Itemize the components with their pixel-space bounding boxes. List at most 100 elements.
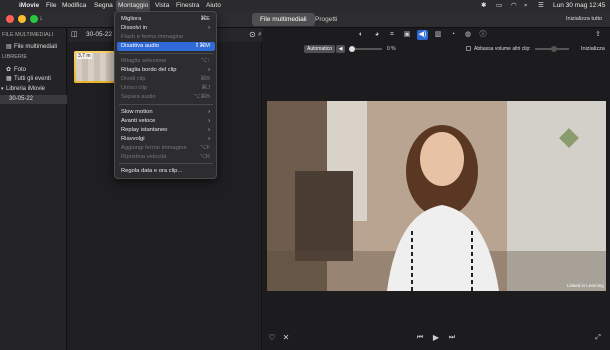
- fullscreen-icon[interactable]: ⤢: [593, 333, 603, 343]
- menu-item-ripristina-velocità: Ripristina velocità ⌥R: [117, 153, 215, 162]
- window-close-button[interactable]: [6, 15, 14, 23]
- previous-icon[interactable]: ⏮: [415, 333, 425, 343]
- menu-item-label: Slow motion: [121, 109, 153, 115]
- window-minimize-button[interactable]: [18, 15, 26, 23]
- favorite-heart-icon[interactable]: ♡: [267, 333, 277, 343]
- sidebar-item-media[interactable]: ▤ File multimediali: [0, 43, 67, 52]
- menu-item-label: Riavvolgi: [121, 136, 145, 142]
- menu-item-replay-istantaneo[interactable]: Replay istantaneo ›: [117, 126, 215, 135]
- menu-file[interactable]: File: [46, 0, 56, 11]
- submenu-chevron-icon: ›: [208, 127, 210, 133]
- menu-item-dissolvi-in[interactable]: Dissolvi in ›: [117, 24, 215, 33]
- menu-item-unisci-clip: Unisci clip ⌘J: [117, 84, 215, 93]
- film-icon: ▤: [6, 44, 12, 50]
- search-spotlight-icon[interactable]: ⌕: [524, 0, 528, 11]
- menu-item-shortcut: ⇧⌘M: [194, 43, 210, 49]
- menu-item-aggiungi-fermo-immagine: Aggiungi fermo immagine ⌥F: [117, 144, 215, 153]
- viewer-panel: ⌕ ◐ ◕ ⌗ ▣ ◀) ▥ ◔ ◍ ⓘ ⇪ Automatico ◀ 0 % …: [258, 28, 610, 350]
- menu-item-label: Ritaglia bordo del clip: [121, 67, 177, 73]
- disclosure-triangle-icon[interactable]: ▾: [1, 85, 4, 94]
- stabilization-icon[interactable]: ▣: [402, 30, 412, 40]
- import-arrow-icon[interactable]: ↓: [36, 14, 46, 24]
- volume-icon[interactable]: ◀): [417, 30, 428, 40]
- menu-item-avanti-veloce[interactable]: Avanti veloce ›: [117, 117, 215, 126]
- reset-all-button[interactable]: Inizializza tutto: [566, 14, 602, 24]
- mute-speaker-icon[interactable]: ◀: [336, 45, 345, 53]
- sidebar-item-library[interactable]: ▾ Libreria iMovie: [0, 85, 67, 94]
- lower-others-checkbox[interactable]: [466, 46, 471, 51]
- reject-icon[interactable]: ✕: [281, 333, 291, 343]
- color-correction-icon[interactable]: ◕: [372, 30, 382, 40]
- control-center-icon[interactable]: ☰: [538, 0, 544, 11]
- libraries-sidebar: FILE MULTIMEDIALI ▤ File multimediali LI…: [0, 28, 67, 350]
- menubar-clock[interactable]: Lun 30 mag 12:45: [553, 0, 605, 11]
- menu-item-label: Regola data e ora clip...: [121, 168, 183, 174]
- submenu-chevron-icon: ›: [208, 136, 210, 142]
- menu-item-regola-data-e-ora-clip[interactable]: Regola data e ora clip...: [117, 167, 215, 176]
- linkedin-watermark: Linked in Learning: [567, 283, 604, 288]
- playback-controls: ♡ ✕ ⏮ ▶ ⏭ ⤢: [263, 328, 610, 350]
- display-icon[interactable]: ▭: [496, 0, 502, 11]
- volume-adjust-bar: Automatico ◀ 0 % Abbassa volume altri cl…: [263, 42, 610, 54]
- photos-icon: ✿: [6, 67, 12, 73]
- sidebar-item-photos[interactable]: ✿ Foto: [0, 66, 67, 75]
- menu-item-disattiva-audio[interactable]: Disattiva audio ⇧⌘M: [117, 42, 215, 51]
- menu-item-label: Dissolvi in: [121, 25, 148, 31]
- wifi-icon[interactable]: ◠: [511, 0, 517, 11]
- montaggio-menu: Migliora ⌘E Dissolvi in › Flash e fermo imma…: [114, 11, 217, 179]
- menu-item-riavvolgi[interactable]: Riavvolgi ›: [117, 135, 215, 144]
- menu-segna[interactable]: Segna: [94, 0, 113, 11]
- filter-icon[interactable]: ◍: [463, 30, 473, 40]
- zoom-search-icon[interactable]: ⌕: [255, 30, 265, 40]
- menu-separator: [119, 104, 213, 105]
- speed-icon[interactable]: ◔: [448, 30, 458, 40]
- menu-item-ritaglia-selezione: Ritaglia selezione ⌥↑: [117, 57, 215, 66]
- submenu-chevron-icon: ›: [208, 118, 210, 124]
- sidebar-item-label: 30-05-22: [9, 96, 34, 102]
- lower-others-slider-knob[interactable]: [551, 46, 557, 52]
- menu-item-label: Dividi clip: [121, 76, 146, 82]
- menu-item-label: Replay istantaneo: [121, 127, 168, 133]
- video-preview[interactable]: Linked in Learning: [267, 101, 606, 291]
- tab-media[interactable]: File multimediali: [252, 13, 315, 26]
- volume-slider-knob[interactable]: [349, 46, 355, 52]
- play-icon[interactable]: ▶: [431, 333, 441, 343]
- menu-item-dividi-clip: Dividi clip ⌘B: [117, 75, 215, 84]
- menu-item-label: Unisci clip: [121, 85, 148, 91]
- noise-reduction-icon[interactable]: ▥: [433, 30, 443, 40]
- menu-separator: [119, 163, 213, 164]
- event-title: 30-05-22: [86, 31, 113, 38]
- menu-item-label: Migliora: [121, 16, 142, 22]
- reset-volume-button[interactable]: Inizializza: [581, 45, 605, 53]
- menu-modifica[interactable]: Modifica: [62, 0, 86, 11]
- sidebar-toggle-icon[interactable]: ◫: [71, 28, 78, 42]
- tab-projects[interactable]: Progetti: [307, 13, 345, 26]
- sidebar-item-all-events[interactable]: ▦ Tutti gli eventi: [0, 75, 67, 84]
- next-icon[interactable]: ⏭: [447, 333, 457, 343]
- menu-app-imovie[interactable]: iMovie: [19, 0, 39, 11]
- menu-bar: iMovie File Modifica Segna Montaggio Vis…: [0, 0, 610, 11]
- lower-others-label: Abbassa volume altri clip:: [474, 46, 531, 52]
- menu-item-shortcut: ⌥F: [199, 145, 210, 151]
- adjustment-toolbar: ⌕ ◐ ◕ ⌗ ▣ ◀) ▥ ◔ ◍ ⓘ ⇪: [258, 28, 610, 42]
- info-icon[interactable]: ⓘ: [478, 30, 488, 40]
- menu-item-label: Ritaglia selezione: [121, 58, 167, 64]
- auto-volume-button[interactable]: Automatico: [304, 45, 336, 53]
- menu-finestra[interactable]: Finestra: [176, 0, 199, 11]
- bluetooth-icon[interactable]: ✱: [481, 0, 486, 11]
- crop-icon[interactable]: ⌗: [387, 30, 397, 40]
- sidebar-item-label: Foto: [14, 67, 27, 73]
- menu-montaggio[interactable]: Montaggio: [116, 0, 151, 11]
- menu-item-slow-motion[interactable]: Slow motion ›: [117, 108, 215, 117]
- menu-aiuto[interactable]: Aiuto: [206, 0, 221, 11]
- menu-item-migliora[interactable]: Migliora ⌘E: [117, 15, 215, 24]
- submenu-chevron-icon: ›: [208, 109, 210, 115]
- sidebar-item-label: Libreria iMovie: [6, 86, 46, 92]
- sidebar-item-event[interactable]: 30-05-22: [0, 95, 67, 104]
- menu-item-shortcut: ⌥↑: [200, 58, 210, 64]
- color-balance-icon[interactable]: ◐: [356, 30, 366, 40]
- menu-vista[interactable]: Vista: [155, 0, 169, 11]
- share-icon[interactable]: ⇪: [593, 30, 603, 40]
- menu-item-ritaglia-bordo-del-clip[interactable]: Ritaglia bordo del clip ›: [117, 66, 215, 75]
- submenu-chevron-icon: ›: [208, 25, 210, 31]
